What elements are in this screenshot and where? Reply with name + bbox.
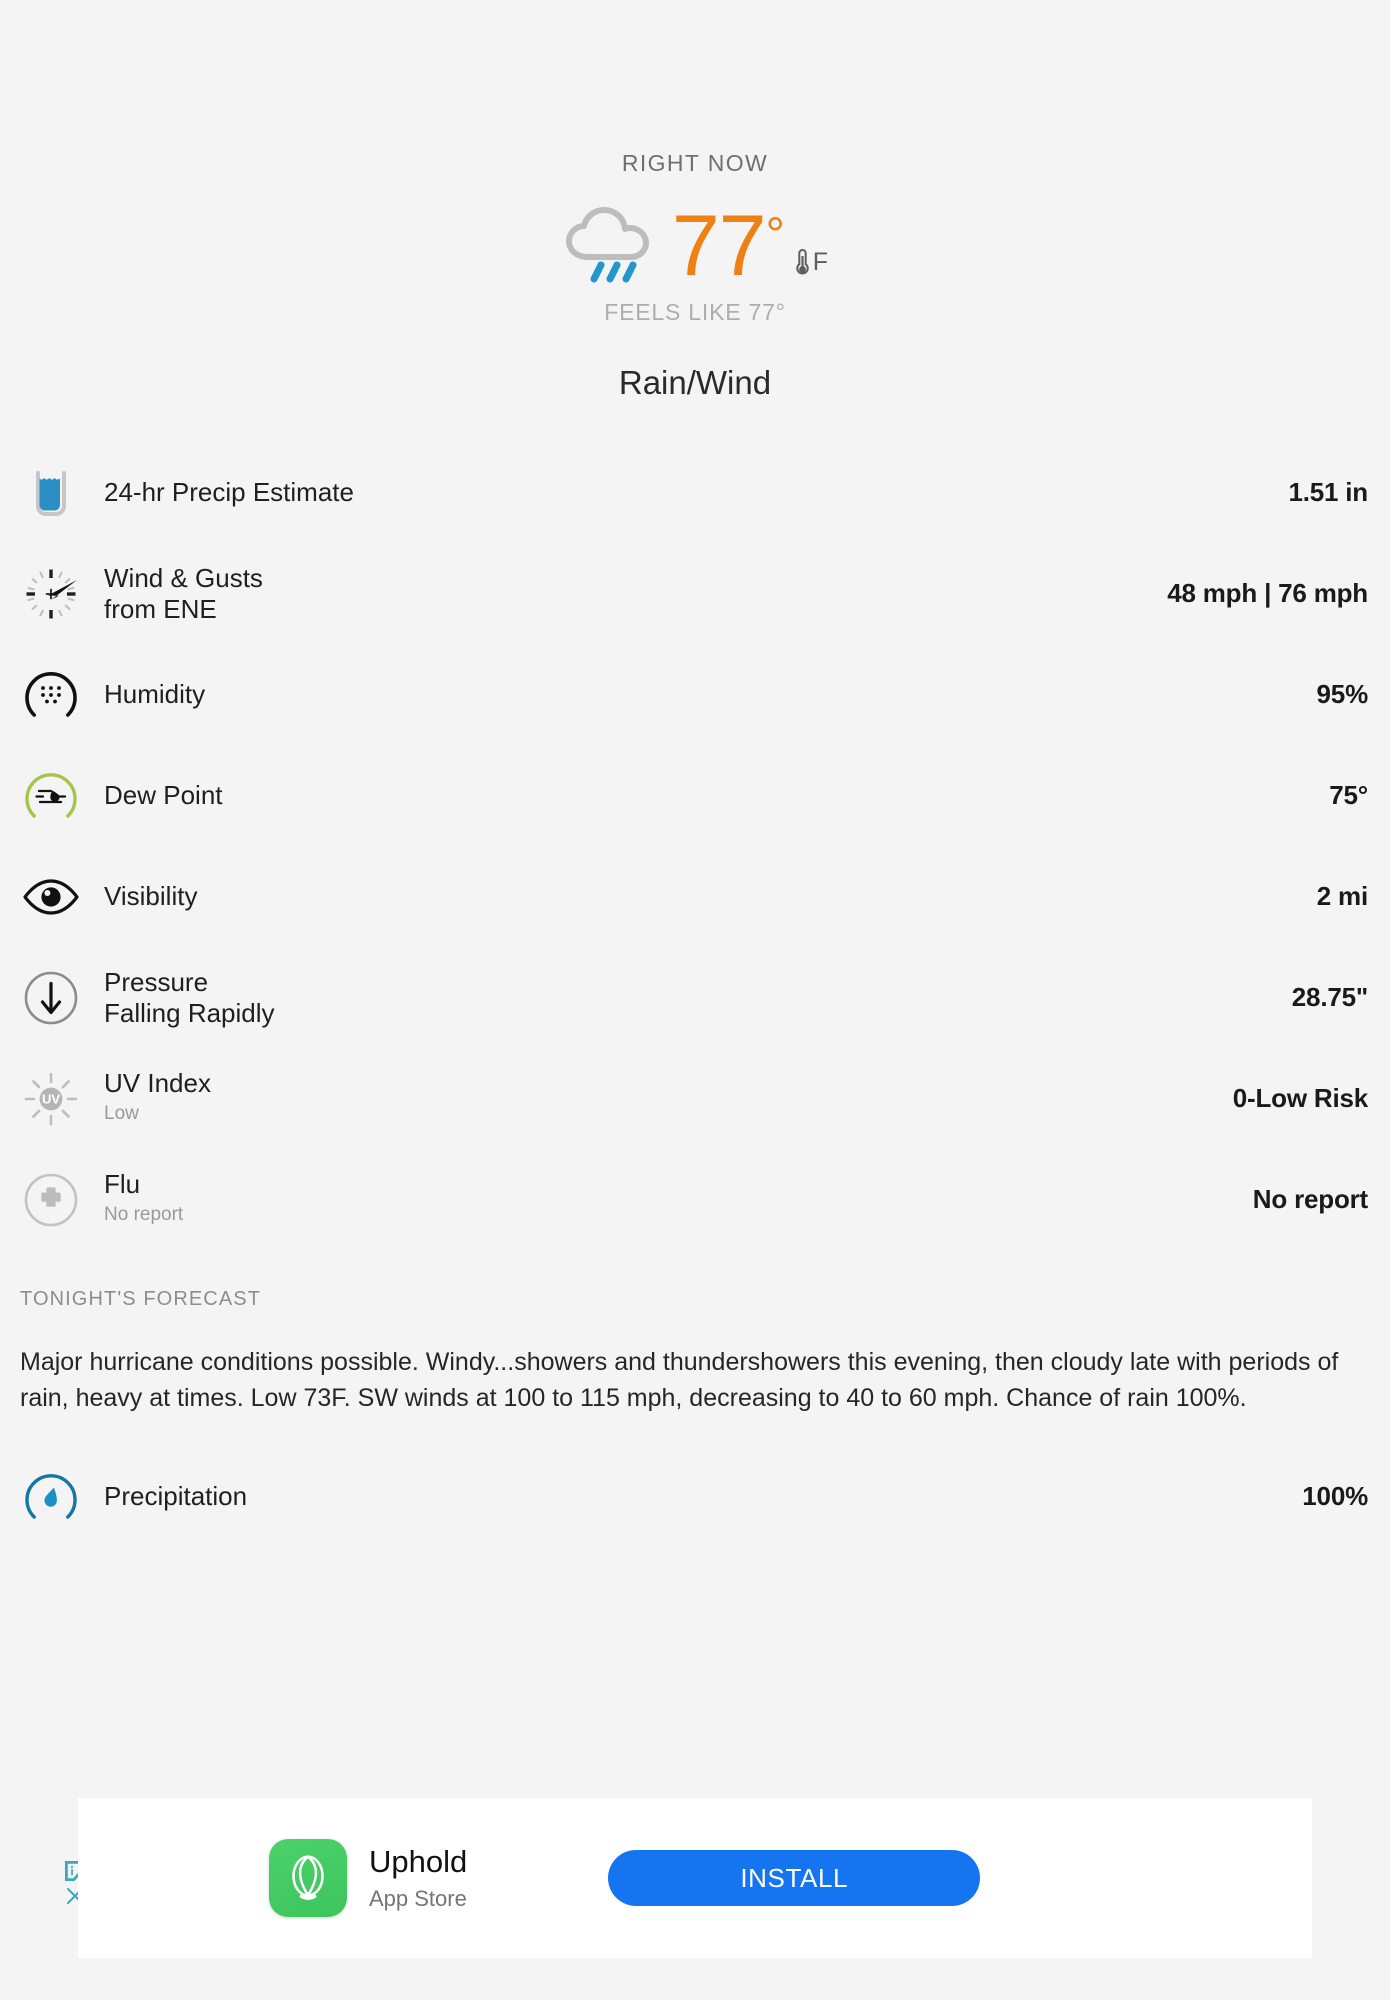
temperature-unit-group: F [794,205,828,283]
temperature-value: 77 [671,198,767,294]
advertisement-container: Uphold App Store INSTALL [0,1798,1390,1958]
current-temperature: 77° [672,203,785,289]
detail-value: 100% [1302,1481,1368,1511]
flu-plus-icon [20,1170,82,1230]
tonights-forecast-section: TONIGHT'S FORECAST Major hurricane condi… [0,1288,1390,1547]
current-conditions-block: RIGHT NOW 77° F FEELS LIKE 77° Rain/Wind [0,0,1390,402]
detail-text-group: Wind & Gusts from ENE [82,563,1167,623]
detail-label: Flu [104,1169,141,1200]
ad-banner[interactable]: Uphold App Store INSTALL [78,1798,1312,1958]
current-condition-label: Rain/Wind [618,364,772,401]
humidity-gauge-icon [20,665,82,725]
detail-text-group: Visibility [82,881,1317,911]
detail-text-group: Precipitation [82,1481,1302,1511]
weather-details-list: 24-hr Precip Estimate 1.51 in Wind & Gus… [0,442,1390,1250]
feels-like-label: FEELS LIKE 77° [604,299,786,325]
detail-row-precipitation[interactable]: Precipitation 100% [20,1446,1370,1547]
uphold-logo-icon [269,1839,347,1917]
detail-label: Pressure [104,967,209,998]
eye-icon [20,867,82,927]
detail-label: 24-hr Precip Estimate [104,477,354,508]
forecast-body-text: Major hurricane conditions possible. Win… [20,1348,1339,1412]
degree-symbol: ° [765,209,785,263]
detail-label: Precipitation [104,1481,248,1512]
pressure-down-arrow-icon [20,968,82,1028]
uv-sun-icon: UV [20,1069,82,1129]
ad-text-group: Uphold App Store [369,1844,467,1912]
detail-text-group: Flu No report [82,1169,1253,1230]
detail-value: 95% [1316,679,1369,709]
detail-text-group: Dew Point [82,780,1329,810]
detail-sublabel: Low [104,1103,139,1125]
weather-app-screen: RIGHT NOW 77° F FEELS LIKE 77° Rain/Wind… [0,0,1390,2000]
rain-gauge-icon [20,468,82,518]
detail-text-group: Pressure Falling Rapidly [82,967,1292,1027]
detail-value: 2 mi [1316,881,1368,911]
right-now-label: RIGHT NOW [621,150,769,176]
detail-row-precip-estimate[interactable]: 24-hr Precip Estimate 1.51 in [20,442,1370,543]
detail-row-humidity[interactable]: Humidity 95% [20,644,1370,745]
svg-text:UV: UV [42,1091,60,1106]
detail-sublabel: from ENE [104,593,217,624]
detail-label: Dew Point [104,780,223,811]
detail-value: 0-Low Risk [1232,1083,1368,1113]
detail-row-pressure[interactable]: Pressure Falling Rapidly 28.75" [20,947,1370,1048]
current-temperature-group: 77° F [0,201,1390,289]
detail-row-flu[interactable]: Flu No report No report [20,1149,1370,1250]
detail-sublabel: Falling Rapidly [104,997,275,1028]
ad-subtitle: App Store [369,1885,467,1911]
detail-value: 1.51 in [1288,477,1368,507]
detail-sublabel: No report [104,1204,184,1226]
precipitation-gauge-icon [20,1467,82,1527]
thermometer-icon [794,247,811,277]
detail-label: Visibility [104,881,198,912]
wind-compass-icon [20,564,82,624]
cloud-rain-icon [562,205,662,283]
forecast-heading: TONIGHT'S FORECAST [20,1288,262,1310]
detail-row-wind[interactable]: Wind & Gusts from ENE 48 mph | 76 mph [20,543,1370,644]
dew-point-gauge-icon [20,766,82,826]
detail-value: 75° [1329,780,1368,810]
detail-label: Humidity [104,679,206,710]
unit-label: F [812,248,829,276]
detail-label: UV Index [104,1068,211,1099]
detail-row-visibility[interactable]: Visibility 2 mi [20,846,1370,947]
detail-text-group: Humidity [82,679,1317,709]
install-button[interactable]: INSTALL [608,1850,981,1906]
detail-value: No report [1252,1184,1368,1214]
detail-value: 48 mph | 76 mph [1167,578,1368,608]
detail-row-dew-point[interactable]: Dew Point 75° [20,745,1370,846]
ad-title: Uphold [369,1844,468,1880]
detail-row-uv-index[interactable]: UV UV Index Low 0-Low Risk [20,1048,1370,1149]
detail-text-group: 24-hr Precip Estimate [82,477,1288,507]
detail-label: Wind & Gusts [104,563,263,594]
detail-value: 28.75" [1291,982,1368,1012]
detail-text-group: UV Index Low [82,1068,1233,1129]
